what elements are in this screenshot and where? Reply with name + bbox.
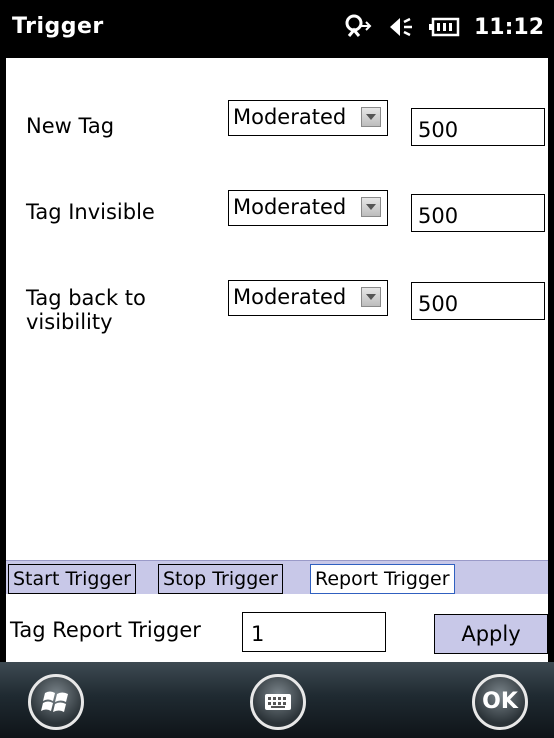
keyboard-icon — [265, 694, 291, 710]
clock: 11:12 — [473, 14, 544, 40]
tab-report-trigger[interactable]: Report Trigger — [310, 564, 455, 594]
apply-button[interactable]: Apply — [434, 614, 548, 654]
tag-invisible-value: 500 — [418, 204, 459, 228]
chevron-down-icon[interactable] — [361, 107, 381, 127]
chevron-down-icon[interactable] — [361, 197, 381, 217]
tag-back-value-input[interactable]: 500 — [411, 282, 545, 320]
tag-report-trigger-label: Tag Report Trigger — [10, 618, 201, 642]
windows-start-button[interactable] — [28, 674, 84, 730]
tag-back-value: 500 — [418, 292, 459, 316]
tag-invisible-value-input[interactable]: 500 — [411, 194, 545, 232]
right-border — [548, 58, 554, 678]
connectivity-icon[interactable] — [342, 12, 372, 42]
tab-stop-trigger[interactable]: Stop Trigger — [158, 564, 283, 594]
tag-back-mode-value: Moderated — [233, 285, 347, 309]
new-tag-mode-select[interactable]: Moderated — [228, 100, 388, 136]
ok-button[interactable]: OK — [472, 674, 528, 730]
new-tag-value: 500 — [418, 118, 459, 142]
softkey-bar: OK — [0, 662, 554, 738]
tag-back-label-line2: visibility — [26, 310, 113, 334]
windows-start-icon — [41, 691, 68, 712]
tag-invisible-mode-value: Moderated — [233, 195, 347, 219]
tag-back-label: Tag back to visibility — [26, 286, 146, 334]
new-tag-label: New Tag — [26, 114, 115, 138]
tag-back-mode-select[interactable]: Moderated — [228, 280, 388, 316]
tag-report-trigger-value: 1 — [251, 622, 265, 646]
tag-back-label-line1: Tag back to — [26, 286, 146, 310]
new-tag-value-input[interactable]: 500 — [411, 108, 545, 146]
tag-invisible-label: Tag Invisible — [26, 200, 155, 224]
tag-report-trigger-input[interactable]: 1 — [242, 612, 386, 652]
keyboard-button[interactable] — [250, 674, 306, 730]
chevron-down-icon[interactable] — [361, 287, 381, 307]
report-trigger-panel: Tag Report Trigger 1 Apply — [6, 594, 548, 662]
ok-label: OK — [482, 689, 518, 714]
tag-invisible-mode-select[interactable]: Moderated — [228, 190, 388, 226]
status-icons: 11:12 — [342, 12, 544, 42]
app-title: Trigger — [12, 14, 104, 39]
tab-start-trigger[interactable]: Start Trigger — [8, 564, 136, 594]
battery-icon[interactable] — [428, 16, 460, 38]
volume-icon[interactable] — [386, 13, 414, 41]
trigger-settings-panel: New Tag Moderated 500 Tag Invisible Mode… — [6, 58, 548, 538]
status-bar: Trigger 11:12 — [0, 0, 554, 58]
new-tag-mode-value: Moderated — [233, 105, 347, 129]
tab-strip: Start Trigger Stop Trigger Report Trigge… — [6, 560, 548, 595]
